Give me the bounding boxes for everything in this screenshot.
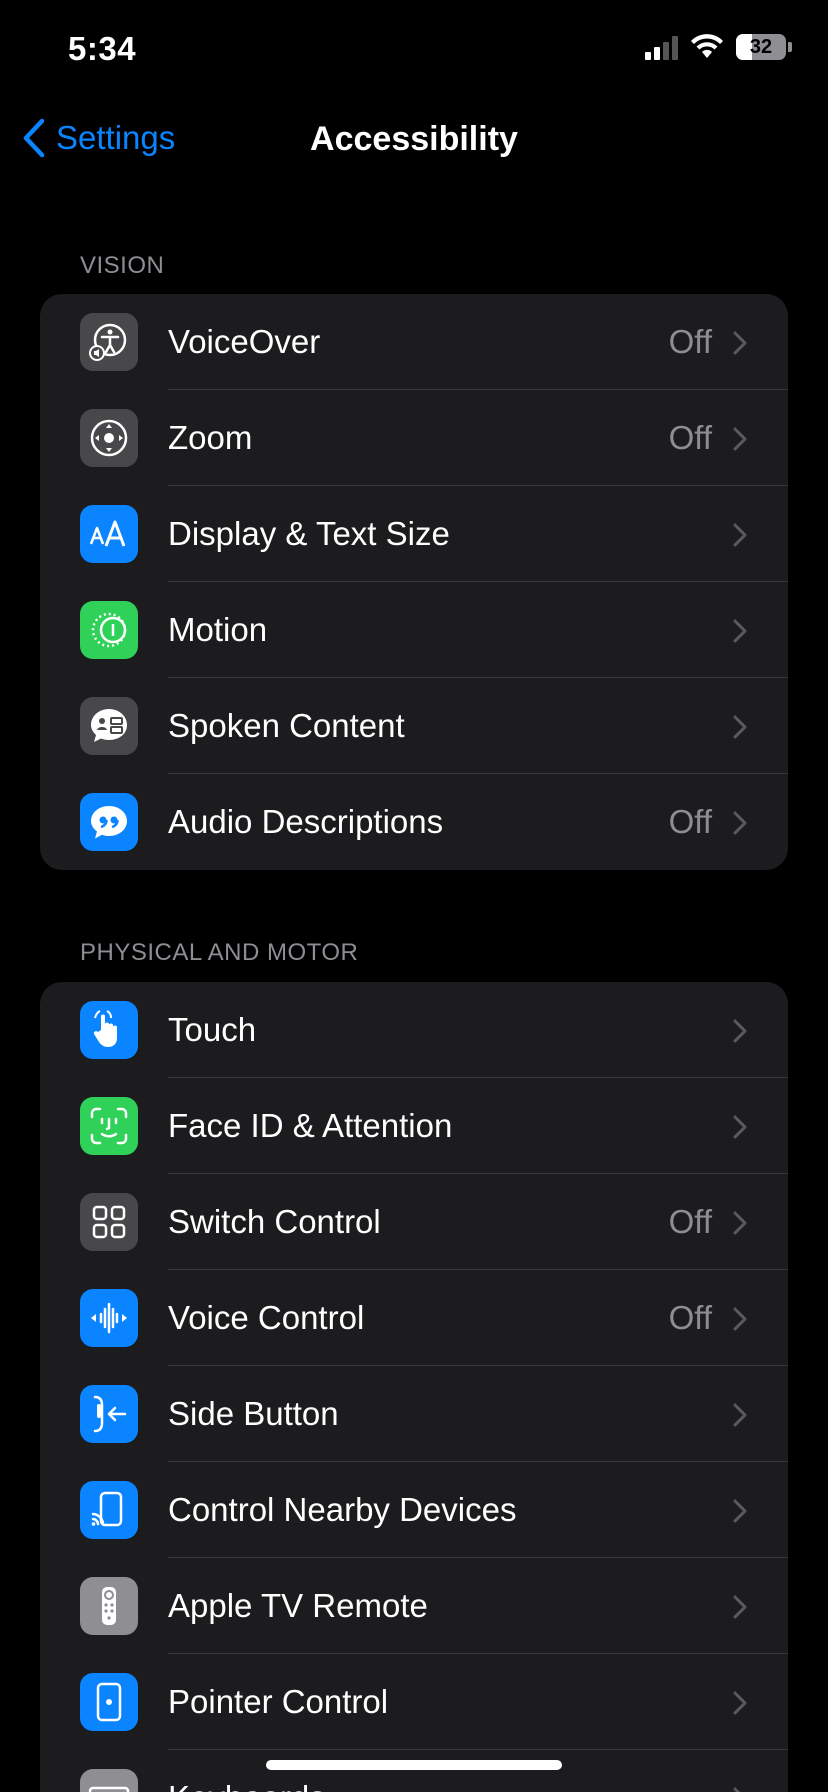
- zoom-icon: [80, 409, 138, 467]
- chevron-right-icon: [733, 1691, 747, 1715]
- nearby-devices-icon: [80, 1481, 138, 1539]
- audio-descriptions-icon: [80, 793, 138, 851]
- battery-level: 32: [749, 35, 773, 58]
- chevron-right-icon: [733, 1499, 747, 1523]
- side-button-icon: [80, 1385, 138, 1443]
- row-spoken-content[interactable]: Spoken Content: [40, 678, 788, 774]
- chevron-right-icon: [733, 1787, 741, 1792]
- row-label: Switch Control: [168, 1203, 381, 1240]
- chevron-right-icon: [733, 427, 747, 451]
- navigation-bar: Settings Accessibility: [0, 100, 828, 180]
- chevron-right-icon: [733, 1211, 747, 1235]
- section-header-vision: VISION: [80, 252, 165, 279]
- chevron-right-icon: [733, 1115, 747, 1139]
- row-label: Motion: [168, 611, 268, 648]
- row-label: Touch: [168, 1011, 257, 1048]
- row-label: Voice Control: [168, 1299, 365, 1336]
- spoken-content-icon: [80, 697, 138, 755]
- row-audio-descriptions[interactable]: Audio Descriptions Off: [40, 774, 788, 870]
- row-switch-control[interactable]: Switch Control Off: [40, 1174, 788, 1270]
- row-label: Face ID & Attention: [168, 1107, 453, 1144]
- touch-icon: [80, 1001, 138, 1059]
- row-side-button[interactable]: Side Button: [40, 1366, 788, 1462]
- row-voiceover[interactable]: VoiceOver Off: [40, 294, 788, 390]
- voice-control-icon: [80, 1289, 138, 1347]
- chevron-right-icon: [733, 619, 747, 643]
- row-label: VoiceOver: [168, 323, 321, 360]
- row-label: Zoom: [168, 419, 253, 456]
- battery-icon: 32: [736, 34, 786, 60]
- row-label: Audio Descriptions: [168, 803, 444, 840]
- chevron-right-icon: [733, 1019, 747, 1043]
- pointer-control-icon: [80, 1673, 138, 1731]
- row-label: Spoken Content: [168, 707, 405, 744]
- text-size-icon: [80, 505, 138, 563]
- row-label: Control Nearby Devices: [168, 1491, 517, 1528]
- row-voice-control[interactable]: Voice Control Off: [40, 1270, 788, 1366]
- physical-motor-group: Touch Face ID & Attention Switch Control…: [40, 982, 788, 1792]
- chevron-right-icon: [733, 715, 747, 739]
- status-indicators: 32: [645, 34, 792, 60]
- row-zoom[interactable]: Zoom Off: [40, 390, 788, 486]
- tv-remote-icon: [80, 1577, 138, 1635]
- chevron-right-icon: [733, 811, 747, 835]
- row-label: Pointer Control: [168, 1683, 389, 1720]
- row-touch[interactable]: Touch: [40, 982, 788, 1078]
- face-id-icon: [80, 1097, 138, 1155]
- keyboard-icon: [80, 1769, 138, 1792]
- page-title: Accessibility: [310, 120, 518, 158]
- row-display-text-size[interactable]: Display & Text Size: [40, 486, 788, 582]
- row-label: Apple TV Remote: [168, 1587, 428, 1624]
- row-control-nearby-devices[interactable]: Control Nearby Devices: [40, 1462, 788, 1558]
- row-face-id-attention[interactable]: Face ID & Attention: [40, 1078, 788, 1174]
- status-time: 5:34: [68, 30, 137, 67]
- battery-tip: [788, 42, 792, 52]
- row-value: Off: [668, 803, 712, 840]
- row-label: Side Button: [168, 1395, 339, 1432]
- motion-icon: [80, 601, 138, 659]
- chevron-right-icon: [733, 1403, 747, 1427]
- chevron-right-icon: [733, 331, 747, 355]
- chevron-right-icon: [733, 1307, 747, 1331]
- row-keyboards[interactable]: Keyboards: [40, 1750, 788, 1792]
- row-apple-tv-remote[interactable]: Apple TV Remote: [40, 1558, 788, 1654]
- chevron-right-icon: [733, 1595, 747, 1619]
- section-header-physical-motor: PHYSICAL AND MOTOR: [80, 939, 359, 966]
- switch-control-icon: [80, 1193, 138, 1251]
- row-motion[interactable]: Motion: [40, 582, 788, 678]
- chevron-right-icon: [733, 523, 747, 547]
- home-indicator[interactable]: [266, 1760, 562, 1770]
- wifi-icon: [691, 34, 723, 58]
- row-value: Off: [668, 1299, 712, 1336]
- row-value: Off: [668, 419, 712, 456]
- row-pointer-control[interactable]: Pointer Control: [40, 1654, 788, 1750]
- row-value: Off: [668, 1203, 712, 1240]
- row-value: Off: [668, 323, 712, 360]
- status-bar: 5:34 32: [0, 0, 828, 100]
- cellular-signal-icon: [645, 34, 678, 60]
- vision-group: VoiceOver Off Zoom Off Display & Text Si…: [40, 294, 788, 870]
- row-label: Display & Text Size: [168, 515, 450, 552]
- row-label: Keyboards: [168, 1779, 326, 1792]
- voiceover-icon: [80, 313, 138, 371]
